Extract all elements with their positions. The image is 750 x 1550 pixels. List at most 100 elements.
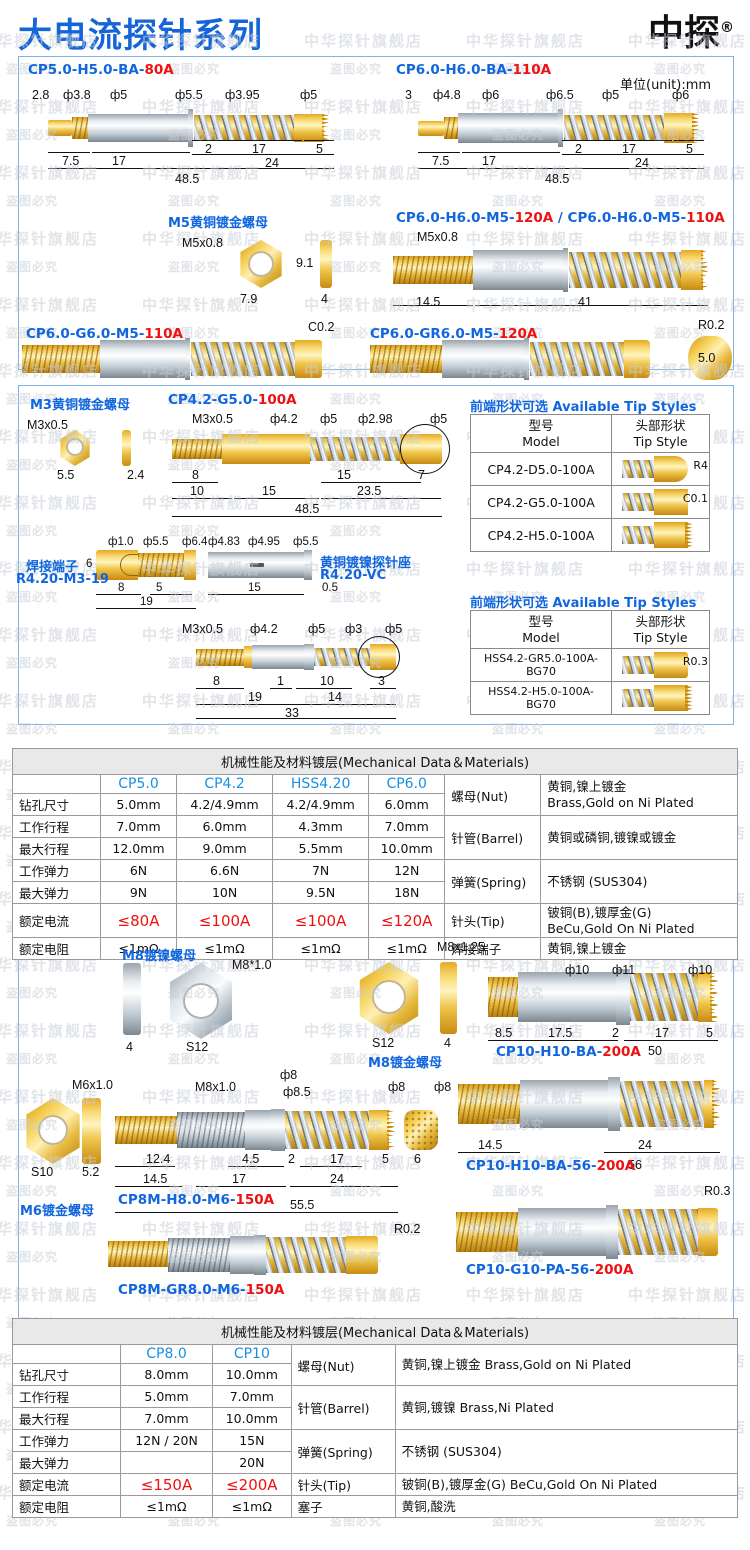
spring-art [621,656,654,675]
brand-logo: 中探® [648,4,734,56]
dim-hss-d3: ф5 [385,622,403,636]
len-cp10-l5: 50 [648,1044,662,1058]
model-label-cp8m-h80-m6: CP8M-H8.0-M6-150A [118,1192,275,1208]
hex-nut-m5-side-art [320,240,332,288]
cell-value: 6.0mm [368,793,446,816]
probe-art-cp8m-h80-m6 [115,1109,397,1151]
material-value: 不锈钢 (SUS304) [394,1429,739,1474]
material-value: 不锈钢 (SUS304) [540,859,738,904]
dim-st-height: 6 [86,558,93,570]
dim-vc-d0: ф4.83 [208,536,240,548]
dim-m6-flats: S10 [31,1165,54,1179]
probe-art-barrel-vc [208,550,312,580]
table-header-row: 型号 Model 头部形状 Tip Style [470,609,710,650]
cell-value: 7.0mm [212,1385,292,1408]
dim-hss-d0: ф4.2 [250,622,278,636]
cell-value: 6N [99,859,178,882]
probe-art-cp60-g60-m5 [22,338,322,380]
table-column-header-row: CP5.0 CP4.2 HSS4.20 CP6.0 螺母(Nut) 黄铜,镍上镀金 Bras… [12,774,738,816]
cell-value [119,1451,214,1474]
len-vc-l1: 0.5 [322,582,338,594]
len-cp50-l5: 24 [265,156,279,170]
len-cp8m-l0: 12.4 [146,1152,171,1166]
len-hss-l3: 3 [378,674,385,688]
cell-model: HSS4.2-H5.0-100A-BG70 [470,681,612,716]
table-row: HSS4.2-GR5.0-100A-BG70 R0.3 [470,648,710,683]
spec-table-1-grid: 机械性能及材料镀层(Mechanical Data＆Materials) CP5.… [12,748,738,961]
dim-cp8m-d2: ф8 [388,1080,406,1094]
tip-art [653,685,688,712]
table-row: 额定电流 ≤80A ≤100A ≤100A ≤120A 针头(Tip) 铍铜(B),镀厚金(… [12,902,738,939]
tip-style-art [621,522,700,549]
col-header-CP4.2: CP4.2 [176,774,274,794]
col-header-tip-style: 头部形状 Tip Style [611,609,710,650]
cell-value: 4.2/4.9mm [176,793,274,816]
material-value: 黄铜,镍上镀金 [540,937,738,961]
dim-cp50-d0: 2.8 [32,88,50,102]
row-label-工作行程: 工作行程 [12,1385,121,1408]
caption-m5-nut: M5黄铜镀金螺母 [168,216,268,231]
cell-value: 5.0mm [119,1385,214,1408]
thread-cp8m: M8x1.0 [195,1080,236,1094]
row-label-钻孔尺寸: 钻孔尺寸 [12,793,101,816]
col-header-model: 型号 Model [470,609,612,650]
detail-circle-cp42-tip [400,424,450,474]
dim-cp42-d2: ф2.98 [358,412,393,426]
len-cp42-l4: 7 [418,468,425,482]
dim-m8ni-thickness: 4 [126,1040,133,1054]
spring-art [621,460,654,479]
material-value: 黄铜,酸洗 [394,1495,739,1518]
tip-art [653,456,688,483]
cell-value: 15N [212,1429,292,1452]
cell-value: 9N [99,881,178,904]
tip-style-art [621,456,700,483]
cell-value: 6.0mm [176,815,274,838]
len-cp1056-l0: 14.5 [478,1138,503,1152]
tip-dia-gr60: 5.0 [698,351,716,365]
col-header-CP10: CP10 [212,1344,292,1364]
col-header-CP5.0: CP5.0 [99,774,178,794]
len-vc-l0: 15 [248,582,261,594]
caption-m6-gold-nut: M6镀金螺母 [20,1204,94,1219]
model-label-cp10-g10-pa-56: CP10-G10-PA-56-200A [466,1262,634,1278]
cell-value: 12N [368,859,446,882]
col-header-model: 型号 Model [470,413,612,454]
radius-r03-cp10: R0.3 [704,1184,731,1198]
hex-nut-m5-art [237,240,285,288]
table-row: 额定电流 ≤150A ≤200A 针头(Tip) 铍铜(B),镀厚金(G) BeCu,G… [12,1473,739,1496]
len-cp42-l3: 15 [262,484,276,498]
col-header-CP8.0: CP8.0 [119,1344,214,1364]
tip-note: C0.1 [682,492,708,506]
len-cp10-l3: 17 [655,1026,669,1040]
spring-art [621,493,654,512]
col-header-tip-style: 头部形状 Tip Style [611,413,710,454]
datasheet-page: 中华探针旗舰店盗图必究中华探针旗舰店盗图必究中华探针旗舰店盗图必究中华探针旗舰店… [0,0,750,1550]
dim-m8g-flats: S12 [372,1036,395,1050]
caption-solder-terminal-2: R4.20-M3-19 [16,572,109,587]
dim-cp8m-d0: ф8 [280,1068,298,1082]
len-hss-l6: 33 [285,706,299,720]
probe-art-cp60-h60-m5 [393,248,708,292]
len-cp60-l1: 17 [482,154,496,168]
m8-ni-nut-art [165,963,237,1039]
len-hss-l4: 19 [248,690,262,704]
dim-cp60-d5: ф6 [672,88,690,102]
len-cp42-l0: 8 [192,468,199,482]
tip-style-art [621,685,700,712]
cell-value: 4.3mm [272,815,370,838]
tip-styles-caption-2: 前端形状可选 Available Tip Styles [470,596,697,611]
len-cp8m-l1: 4.5 [242,1152,260,1166]
dim-m3-thickness: 2.4 [127,468,145,482]
len-cp50-l1: 17 [112,154,126,168]
spec-table-2-grid: 机械性能及材料镀层(Mechanical Data＆Materials) CP8.… [12,1318,739,1518]
cell-value: ≤200A [212,1473,292,1496]
hex-nut-m3-side-art [122,430,131,466]
cell-model: CP4.2-D5.0-100A [470,452,612,487]
table-header-row: 型号 Model 头部形状 Tip Style [470,413,710,454]
len-cp50-l6: 48.5 [175,172,200,186]
len-cp8m-l6: 17 [232,1172,246,1186]
model-label-cp50-h50-ba: CP5.0-H5.0-BA-80A [28,62,174,78]
cell-value: 18N [368,881,446,904]
dim-cp10-d0: ф10 [565,963,590,977]
table-row: 工作弹力 6N 6.6N 7N 12N 弹簧(Spring) 不锈钢 (SUS304) [12,859,738,904]
